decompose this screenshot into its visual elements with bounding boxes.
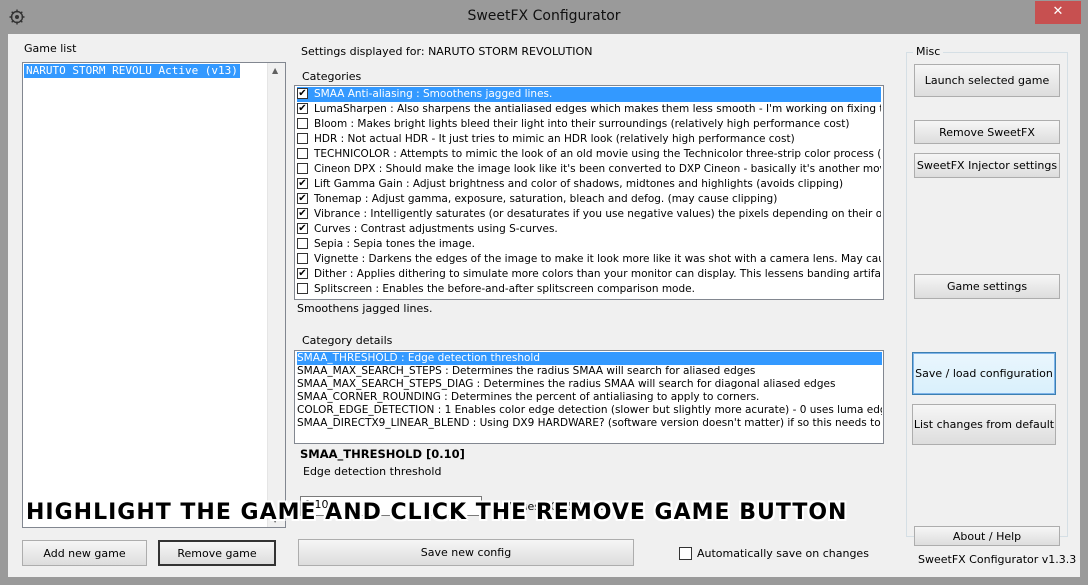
remove-sweetfx-button[interactable]: Remove SweetFX bbox=[914, 120, 1060, 144]
category-text: Cineon DPX : Should make the image look … bbox=[314, 163, 881, 175]
category-item[interactable]: Cineon DPX : Should make the image look … bbox=[297, 162, 881, 177]
misc-label: Misc bbox=[913, 45, 944, 58]
window-title: SweetFX Configurator bbox=[467, 8, 621, 24]
categories-list[interactable]: ✔ SMAA Anti-aliasing : Smoothens jagged l… bbox=[294, 85, 884, 300]
list-changes-button[interactable]: List changes from default bbox=[912, 404, 1056, 445]
category-text: Vibrance : Intelligently saturates (or d… bbox=[314, 208, 881, 220]
selected-parameter-name: SMAA_THRESHOLD [0.10] bbox=[300, 447, 465, 461]
client-area: Game list NARUTO STORM REVOLU Active (v1… bbox=[8, 34, 1080, 577]
category-text: SMAA Anti-aliasing : Smoothens jagged li… bbox=[314, 87, 553, 102]
category-text: Vignette : Darkens the edges of the imag… bbox=[314, 253, 881, 265]
game-list-scrollbar[interactable]: ▲ ▼ bbox=[267, 63, 285, 527]
category-item[interactable]: HDR : Not actual HDR - It just tries to … bbox=[297, 132, 881, 147]
categories-label: Categories bbox=[302, 70, 362, 83]
settings-displayed-for-prefix: Settings displayed for: bbox=[301, 45, 425, 58]
detail-item[interactable]: SMAA_DIRECTX9_LINEAR_BLEND : Using DX9 H… bbox=[297, 417, 882, 430]
category-checkbox[interactable] bbox=[297, 253, 308, 264]
game-settings-button[interactable]: Game settings bbox=[914, 274, 1060, 299]
category-checkbox[interactable] bbox=[297, 283, 308, 294]
app-window: SweetFX Configurator ✕ Game list NARUTO … bbox=[0, 0, 1088, 585]
category-item[interactable]: ✔ SMAA Anti-aliasing : Smoothens jagged l… bbox=[297, 87, 881, 102]
category-text: LumaSharpen : Also sharpens the antialia… bbox=[314, 103, 881, 115]
category-text: Tonemap : Adjust gamma, exposure, satura… bbox=[314, 193, 778, 205]
category-text: Lift Gamma Gain : Adjust brightness and … bbox=[314, 178, 844, 190]
detail-item[interactable]: SMAA_CORNER_ROUNDING : Determines the pe… bbox=[297, 391, 882, 404]
category-item[interactable]: Sepia : Sepia tones the image. bbox=[297, 237, 881, 252]
detail-item[interactable]: SMAA_MAX_SEARCH_STEPS : Determines the r… bbox=[297, 365, 882, 378]
category-text: Curves : Contrast adjustments using S-cu… bbox=[314, 223, 558, 235]
category-checkbox[interactable]: ✔ bbox=[297, 178, 308, 189]
category-item[interactable]: ✔ LumaSharpen : Also sharpens the antiali… bbox=[297, 102, 881, 117]
category-text: HDR : Not actual HDR - It just tries to … bbox=[314, 133, 795, 145]
category-text: Sepia : Sepia tones the image. bbox=[314, 238, 475, 250]
category-checkbox[interactable] bbox=[297, 118, 308, 129]
detail-item[interactable]: COLOR_EDGE_DETECTION : 1 Enables color e… bbox=[297, 404, 882, 417]
category-checkbox[interactable]: ✔ bbox=[297, 88, 308, 99]
game-list-label: Game list bbox=[24, 42, 77, 55]
category-item[interactable]: TECHNICOLOR : Attempts to mimic the look… bbox=[297, 147, 881, 162]
title-bar[interactable]: SweetFX Configurator ✕ bbox=[0, 0, 1088, 34]
settings-displayed-for: Settings displayed for: NARUTO STORM REV… bbox=[301, 45, 592, 58]
version-label: SweetFX Configurator v1.3.3 bbox=[918, 553, 1077, 566]
save-new-config-button[interactable]: Save new config bbox=[298, 539, 634, 566]
injector-settings-button[interactable]: SweetFX Injector settings bbox=[914, 153, 1060, 178]
category-item[interactable]: Vignette : Darkens the edges of the imag… bbox=[297, 252, 881, 267]
category-item[interactable]: ✔ Vibrance : Intelligently saturates (or … bbox=[297, 207, 881, 222]
category-item[interactable]: ✔ Tonemap : Adjust gamma, exposure, satur… bbox=[297, 192, 881, 207]
category-item[interactable]: Splitscreen : Enables the before-and-aft… bbox=[297, 282, 881, 297]
detail-item[interactable]: SMAA_THRESHOLD : Edge detection threshol… bbox=[297, 352, 882, 365]
auto-save-label[interactable]: Automatically save on changes bbox=[697, 547, 869, 560]
category-checkbox[interactable]: ✔ bbox=[297, 268, 308, 279]
add-new-game-button[interactable]: Add new game bbox=[22, 540, 147, 566]
auto-save-checkbox[interactable] bbox=[679, 547, 692, 560]
instruction-overlay: HIGHLIGHT THE GAME AND CLICK THE REMOVE … bbox=[26, 500, 848, 525]
category-item[interactable]: ✔ Lift Gamma Gain : Adjust brightness and… bbox=[297, 177, 881, 192]
category-checkbox[interactable] bbox=[297, 148, 308, 159]
category-checkbox[interactable]: ✔ bbox=[297, 223, 308, 234]
selected-parameter-description: Edge detection threshold bbox=[303, 465, 442, 478]
close-button[interactable]: ✕ bbox=[1035, 1, 1081, 24]
game-list-item[interactable]: NARUTO STORM REVOLU Active (v13) bbox=[24, 64, 240, 78]
category-description: Smoothens jagged lines. bbox=[297, 302, 433, 315]
category-text: TECHNICOLOR : Attempts to mimic the look… bbox=[314, 148, 881, 160]
scroll-up-icon[interactable]: ▲ bbox=[272, 66, 278, 75]
category-checkbox[interactable]: ✔ bbox=[297, 208, 308, 219]
category-item[interactable]: ✔ Dither : Applies dithering to simulate … bbox=[297, 267, 881, 282]
about-help-button[interactable]: About / Help bbox=[914, 526, 1060, 546]
category-text: Splitscreen : Enables the before-and-aft… bbox=[314, 283, 695, 295]
game-list[interactable]: NARUTO STORM REVOLU Active (v13) ▲ ▼ bbox=[22, 62, 286, 528]
category-item[interactable]: ✔ Curves : Contrast adjustments using S-c… bbox=[297, 222, 881, 237]
category-text: Bloom : Makes bright lights bleed their … bbox=[314, 118, 850, 130]
remove-game-button[interactable]: Remove game bbox=[158, 540, 276, 566]
settings-game-name: NARUTO STORM REVOLUTION bbox=[428, 45, 593, 58]
category-details-label: Category details bbox=[302, 334, 393, 347]
category-details-list[interactable]: SMAA_THRESHOLD : Edge detection threshol… bbox=[294, 350, 884, 444]
category-item[interactable]: Bloom : Makes bright lights bleed their … bbox=[297, 117, 881, 132]
save-load-configuration-button[interactable]: Save / load configuration bbox=[912, 352, 1056, 395]
category-text: Dither : Applies dithering to simulate m… bbox=[314, 268, 881, 280]
detail-item[interactable]: SMAA_MAX_SEARCH_STEPS_DIAG : Determines … bbox=[297, 378, 882, 391]
category-checkbox[interactable]: ✔ bbox=[297, 193, 308, 204]
category-checkbox[interactable]: ✔ bbox=[297, 103, 308, 114]
launch-selected-game-button[interactable]: Launch selected game bbox=[914, 64, 1060, 97]
category-checkbox[interactable] bbox=[297, 133, 308, 144]
category-checkbox[interactable] bbox=[297, 163, 308, 174]
category-checkbox[interactable] bbox=[297, 238, 308, 249]
